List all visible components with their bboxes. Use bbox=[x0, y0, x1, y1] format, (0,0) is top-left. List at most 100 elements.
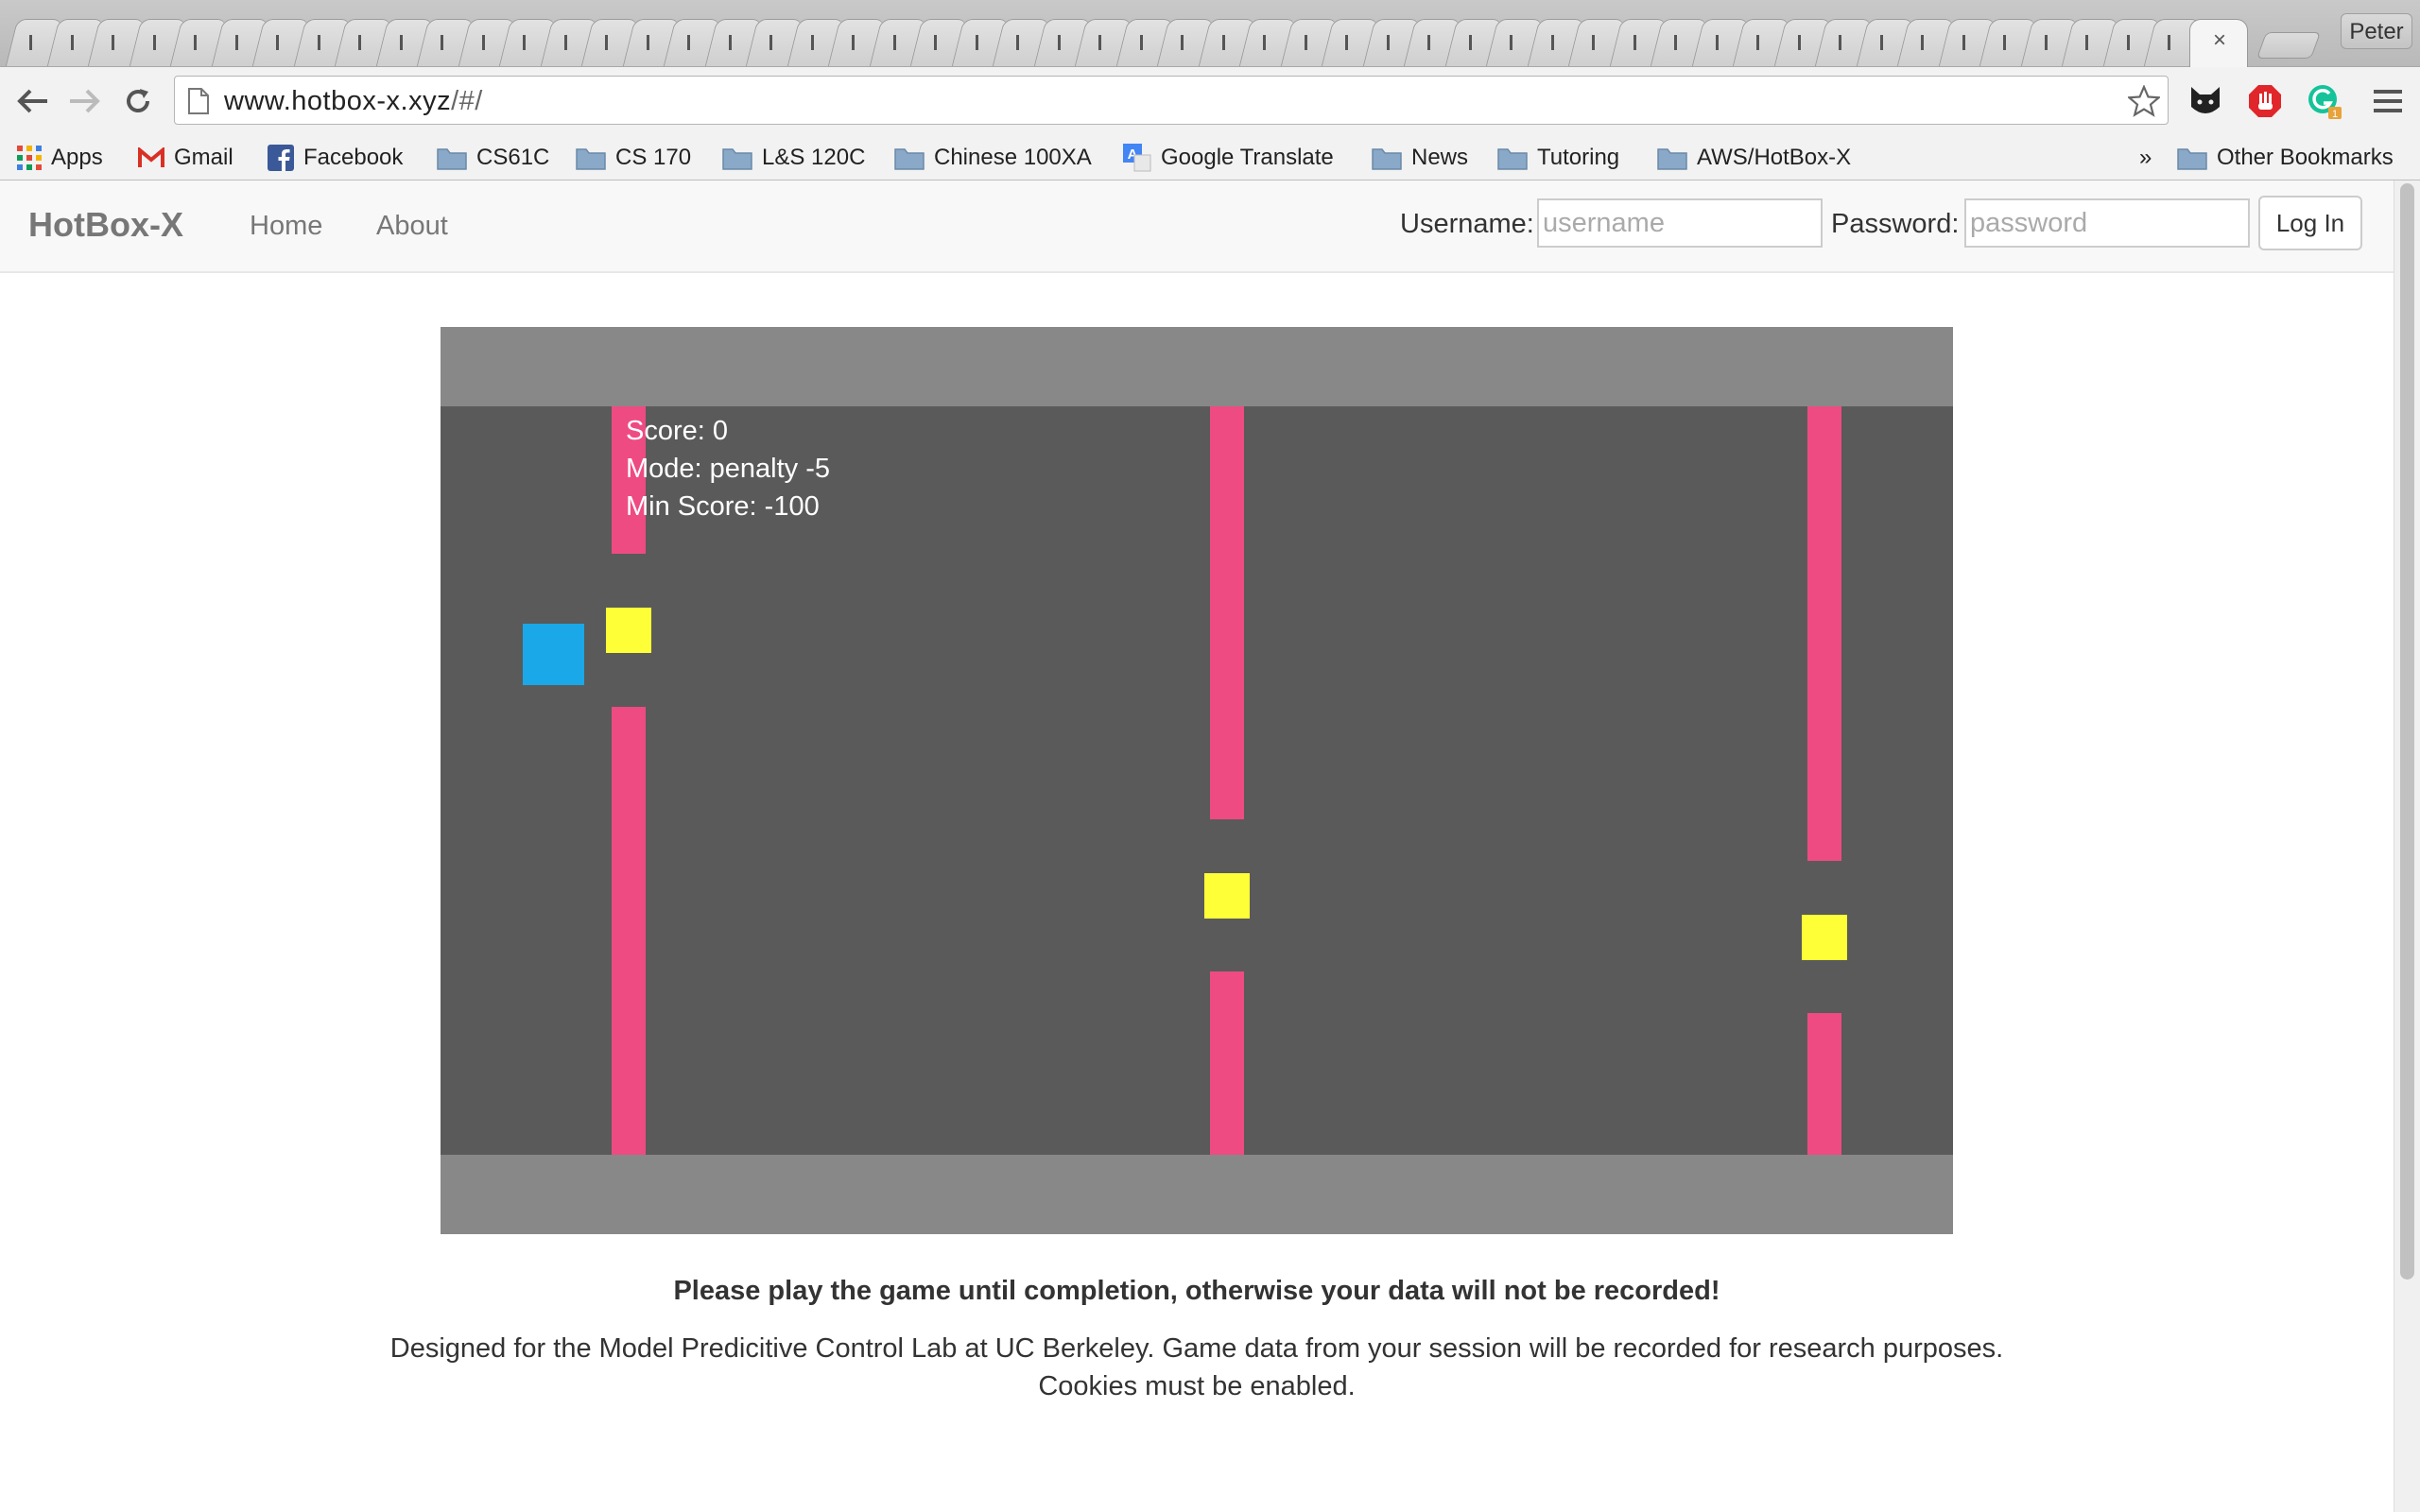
tab-favicon-icon bbox=[646, 35, 649, 50]
site-brand[interactable]: HotBox-X bbox=[28, 205, 183, 245]
page-scrollbar[interactable] bbox=[2394, 180, 2420, 1512]
cat-icon bbox=[2191, 87, 2220, 113]
reload-icon bbox=[127, 89, 149, 112]
nav-about-link[interactable]: About bbox=[376, 211, 448, 242]
bookmark-other-bookmarks[interactable]: Other Bookmarks bbox=[2177, 135, 2394, 180]
bookmark-label: Tutoring bbox=[1537, 144, 1620, 170]
new-tab-button[interactable] bbox=[2256, 32, 2322, 59]
folder-icon bbox=[894, 147, 925, 170]
grammarly-extension-button[interactable]: 1 bbox=[2304, 80, 2345, 122]
target-block bbox=[1204, 873, 1250, 919]
url-host: www.hotbox-x.xyz bbox=[224, 86, 452, 116]
tab-favicon-icon bbox=[563, 35, 567, 50]
tab-favicon-icon bbox=[728, 35, 732, 50]
tab-favicon-icon bbox=[2126, 35, 2130, 50]
folder-icon bbox=[2177, 147, 2207, 170]
bookmark-star-icon[interactable] bbox=[2128, 85, 2160, 117]
tab-favicon-icon bbox=[70, 35, 74, 50]
cat-extension-button[interactable] bbox=[2185, 80, 2226, 122]
password-input[interactable] bbox=[1964, 198, 2250, 248]
bookmark-folder-ls120c[interactable]: L&S 120C bbox=[722, 135, 865, 180]
bookmark-apps[interactable]: Apps bbox=[17, 135, 103, 180]
tab-favicon-icon bbox=[1263, 35, 1266, 50]
back-arrow-icon bbox=[17, 89, 47, 113]
bookmark-label: Chinese 100XA bbox=[934, 144, 1092, 170]
bookmark-folder-news[interactable]: News bbox=[1372, 135, 1468, 180]
tab-favicon-icon bbox=[1181, 35, 1184, 50]
tab-favicon-icon bbox=[399, 35, 403, 50]
bookmarks-overflow-button[interactable]: » bbox=[2139, 135, 2152, 180]
stop-hand-icon bbox=[2249, 85, 2281, 117]
log-in-button[interactable]: Log In bbox=[2258, 196, 2362, 250]
tab-favicon-icon bbox=[605, 35, 608, 50]
folder-icon bbox=[576, 147, 606, 170]
min-score-text: Min Score: -100 bbox=[626, 491, 820, 522]
tab-favicon-icon bbox=[852, 35, 855, 50]
bookmark-folder-cs61c[interactable]: CS61C bbox=[437, 135, 549, 180]
tab-favicon-icon bbox=[1756, 35, 1759, 50]
gmail-icon bbox=[138, 146, 164, 167]
bookmarks-bar: Apps Gmail Facebook CS61C CS 170 L&S 120… bbox=[0, 135, 2420, 180]
tab-favicon-icon bbox=[2003, 35, 2006, 50]
bookmark-label: Google Translate bbox=[1161, 144, 1334, 170]
tab-favicon-icon bbox=[1715, 35, 1719, 50]
bookmark-google-translate[interactable]: A Google Translate bbox=[1123, 135, 1334, 180]
reload-button[interactable] bbox=[115, 78, 161, 124]
url-text: www.hotbox-x.xyz/#/ bbox=[224, 86, 483, 117]
tab-favicon-icon bbox=[523, 35, 526, 50]
tab-favicon-icon bbox=[1879, 35, 1883, 50]
tab-favicon-icon bbox=[1139, 35, 1143, 50]
tab-favicon-icon bbox=[2044, 35, 2048, 50]
bookmark-gmail[interactable]: Gmail bbox=[138, 135, 233, 180]
mode-text: Mode: penalty -5 bbox=[626, 454, 831, 484]
scrollbar-thumb[interactable] bbox=[2400, 183, 2414, 1280]
tab-favicon-icon bbox=[276, 35, 279, 50]
tab-favicon-icon bbox=[1016, 35, 1019, 50]
tab-favicon-icon bbox=[194, 35, 197, 50]
bookmark-folder-aws[interactable]: AWS/HotBox-X bbox=[1657, 135, 1851, 180]
tab-favicon-icon bbox=[1962, 35, 1965, 50]
tab-favicon-icon bbox=[481, 35, 485, 50]
active-tab[interactable]: × bbox=[2189, 19, 2248, 67]
forward-button[interactable] bbox=[62, 78, 108, 124]
tab-favicon-icon bbox=[358, 35, 361, 50]
target-block bbox=[1802, 915, 1847, 960]
tab-favicon-icon bbox=[975, 35, 978, 50]
bookmark-label: CS 170 bbox=[615, 144, 692, 170]
folder-icon bbox=[722, 147, 752, 170]
address-bar[interactable]: www.hotbox-x.xyz/#/ bbox=[174, 76, 2169, 125]
completion-notice: Please play the game until completion, o… bbox=[673, 1276, 1720, 1306]
top-boundary bbox=[441, 327, 1953, 406]
game-canvas[interactable]: Score: 0 Mode: penalty -5 Min Score: -10… bbox=[441, 327, 1953, 1234]
tab-favicon-icon bbox=[769, 35, 772, 50]
tab-favicon-icon bbox=[317, 35, 320, 50]
bookmark-facebook[interactable]: Facebook bbox=[268, 135, 403, 180]
pipe-bottom bbox=[1210, 971, 1244, 1155]
bookmark-label: L&S 120C bbox=[762, 144, 866, 170]
facebook-icon bbox=[268, 144, 294, 171]
tab-favicon-icon bbox=[1550, 35, 1554, 50]
tab-favicon-icon bbox=[1221, 35, 1225, 50]
password-label: Password: bbox=[1831, 209, 1960, 239]
folder-icon bbox=[1372, 147, 1402, 170]
nav-home-link[interactable]: Home bbox=[250, 211, 322, 242]
tab-favicon-icon bbox=[1510, 35, 1512, 50]
url-path: /#/ bbox=[451, 86, 483, 116]
footer-description: Designed for the Model Predicitive Contr… bbox=[389, 1333, 2004, 1364]
close-tab-icon[interactable]: × bbox=[2213, 27, 2226, 54]
username-input[interactable] bbox=[1537, 198, 1823, 248]
folder-icon bbox=[1657, 147, 1687, 170]
bookmark-folder-cs170[interactable]: CS 170 bbox=[576, 135, 691, 180]
bookmark-folder-chinese[interactable]: Chinese 100XA bbox=[894, 135, 1092, 180]
username-label: Username: bbox=[1400, 209, 1534, 239]
tab-favicon-icon bbox=[934, 35, 937, 50]
bookmark-folder-tutoring[interactable]: Tutoring bbox=[1497, 135, 1619, 180]
tab-favicon-icon bbox=[2085, 35, 2088, 50]
back-button[interactable] bbox=[9, 78, 55, 124]
tab-favicon-icon bbox=[1304, 35, 1307, 50]
tab-favicon-icon bbox=[1674, 35, 1677, 50]
profile-button[interactable]: Peter bbox=[2341, 13, 2412, 49]
chrome-menu-button[interactable] bbox=[2367, 80, 2409, 122]
menu-icon bbox=[2374, 90, 2402, 112]
stop-extension-button[interactable] bbox=[2244, 80, 2286, 122]
